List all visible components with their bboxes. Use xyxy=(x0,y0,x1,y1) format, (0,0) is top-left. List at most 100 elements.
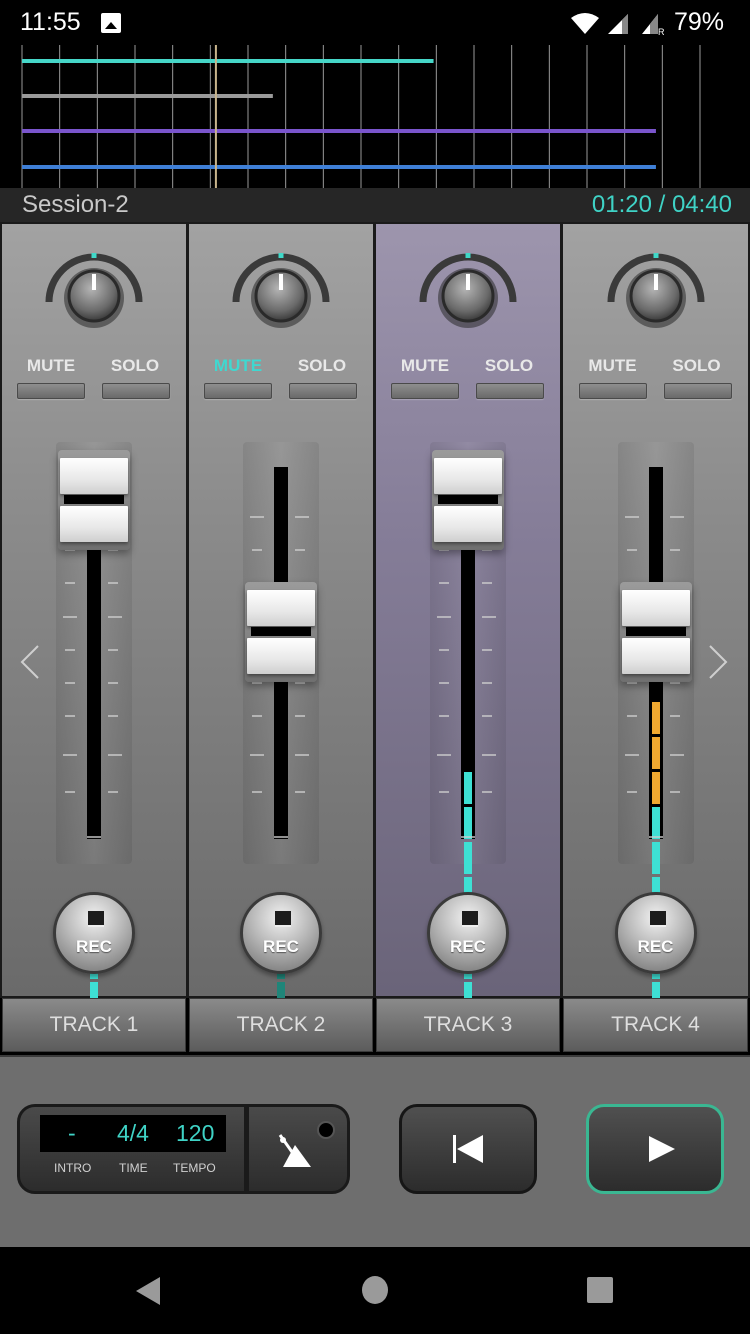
metronome-led xyxy=(317,1121,335,1139)
knob-icon xyxy=(419,253,517,328)
meter-segment xyxy=(464,807,472,839)
meter-segment xyxy=(651,737,660,769)
timeline-track-region[interactable] xyxy=(22,59,434,63)
pan-knob[interactable] xyxy=(606,250,706,340)
solo-button[interactable] xyxy=(476,383,544,399)
rewind-to-start-button[interactable] xyxy=(399,1104,537,1194)
scale-tick xyxy=(669,754,684,756)
scale-tick xyxy=(626,549,637,551)
intro-label: INTRO xyxy=(54,1161,92,1175)
scale-tick xyxy=(624,516,639,518)
stop-square-icon xyxy=(275,911,291,927)
channel-strip[interactable]: MUTE SOLO REC xyxy=(189,224,373,1049)
metronome-button[interactable] xyxy=(246,1104,350,1194)
scale-tick xyxy=(626,715,637,717)
mute-button[interactable] xyxy=(578,383,647,399)
battery-level: 79% xyxy=(673,8,724,36)
scale-tick xyxy=(295,715,305,717)
stop-square-icon xyxy=(88,911,104,927)
wifi-icon xyxy=(571,13,599,34)
scale-tick xyxy=(65,582,75,584)
track-name-tab[interactable]: TRACK 1 xyxy=(2,998,186,1052)
scale-tick xyxy=(252,715,262,717)
channel-strip[interactable]: MUTE SOLO REC xyxy=(376,224,560,1049)
timeline-canvas[interactable] xyxy=(0,45,750,188)
timeline-overview[interactable] xyxy=(0,45,750,188)
pan-knob[interactable] xyxy=(44,250,144,340)
scale-tick xyxy=(669,549,680,551)
scale-tick xyxy=(648,836,663,838)
record-arm-button[interactable]: REC xyxy=(53,892,135,974)
pan-knob[interactable] xyxy=(231,250,331,340)
scale-tick xyxy=(482,582,492,584)
solo-button[interactable] xyxy=(663,383,732,399)
scroll-left-arrow-icon[interactable] xyxy=(18,642,42,682)
channel-strip[interactable]: MUTE SOLO REC xyxy=(2,224,186,1049)
scroll-right-arrow-icon[interactable] xyxy=(706,642,730,682)
scale-tick xyxy=(65,649,75,651)
mute-button[interactable] xyxy=(204,383,272,399)
solo-label: SOLO xyxy=(297,356,347,375)
navigation-bar xyxy=(0,1247,750,1334)
scale-tick xyxy=(482,616,496,618)
meter-segment xyxy=(651,807,660,839)
scale-tick xyxy=(65,682,75,684)
solo-label: SOLO xyxy=(672,356,721,375)
mute-label: MUTE xyxy=(26,356,76,375)
record-arm-button[interactable]: REC xyxy=(240,892,322,974)
time-settings-panel[interactable]: - 4/4 120 INTRO TIME TEMPO xyxy=(17,1104,247,1194)
mute-button[interactable] xyxy=(391,383,459,399)
scale-tick xyxy=(295,754,309,756)
scale-tick xyxy=(439,682,449,684)
svg-text:R: R xyxy=(658,27,664,36)
volume-fader-handle[interactable] xyxy=(58,450,130,550)
image-notification-icon xyxy=(101,13,121,33)
scale-tick xyxy=(295,549,305,551)
back-icon[interactable] xyxy=(134,1275,162,1307)
metronome-icon xyxy=(278,1134,311,1167)
channel-strip[interactable]: MUTE SOLO REC xyxy=(563,224,748,1049)
meter-segment xyxy=(651,702,660,734)
timeline-track-region[interactable] xyxy=(22,94,273,98)
track-name-tab[interactable]: TRACK 4 xyxy=(563,998,748,1052)
volume-fader-handle[interactable] xyxy=(432,450,504,550)
scale-tick xyxy=(461,836,475,838)
solo-button[interactable] xyxy=(102,383,170,399)
scale-tick xyxy=(626,682,637,684)
play-button[interactable] xyxy=(586,1104,724,1194)
solo-button[interactable] xyxy=(289,383,357,399)
scale-tick xyxy=(295,516,309,518)
recents-icon[interactable] xyxy=(585,1275,615,1305)
mute-label: MUTE xyxy=(400,356,450,375)
scale-tick xyxy=(482,682,492,684)
stop-square-icon xyxy=(649,911,666,927)
volume-fader-handle[interactable] xyxy=(245,582,317,683)
session-bar: Session-2 01:20 / 04:40 xyxy=(0,188,750,222)
mixer: MUTE SOLO REC MUTE SOLO REC MUTE SOLO RE… xyxy=(0,222,750,1052)
scale-tick xyxy=(274,836,288,838)
scale-tick xyxy=(437,616,451,618)
scale-tick xyxy=(108,754,122,756)
volume-fader-handle[interactable] xyxy=(619,582,692,683)
scale-tick xyxy=(437,754,451,756)
scale-tick xyxy=(65,791,75,793)
skip-to-start-icon xyxy=(453,1135,483,1163)
record-arm-button[interactable]: REC xyxy=(427,892,509,974)
track-name-tab[interactable]: TRACK 2 xyxy=(189,998,373,1052)
scale-tick xyxy=(63,616,77,618)
play-icon xyxy=(649,1136,675,1162)
record-arm-button[interactable]: REC xyxy=(614,892,697,974)
scale-tick xyxy=(87,836,101,838)
time-signature-value: 4/4 xyxy=(117,1120,149,1146)
lcd-display: - 4/4 120 xyxy=(40,1115,226,1152)
mute-button[interactable] xyxy=(17,383,85,399)
timeline-track-region[interactable] xyxy=(22,165,656,169)
scale-tick xyxy=(63,754,77,756)
scale-tick xyxy=(250,516,264,518)
track-name-tab[interactable]: TRACK 3 xyxy=(376,998,560,1052)
pan-knob[interactable] xyxy=(418,250,518,340)
home-icon[interactable] xyxy=(361,1275,389,1305)
scale-tick xyxy=(108,616,122,618)
scale-tick xyxy=(626,791,637,793)
timeline-track-region[interactable] xyxy=(22,129,656,133)
